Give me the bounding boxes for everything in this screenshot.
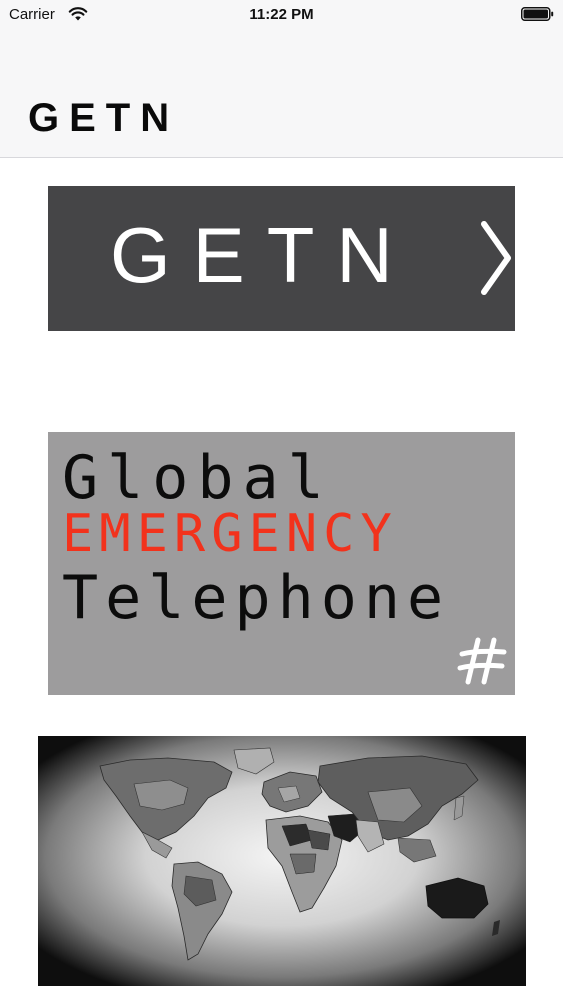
status-time: 11:22 PM — [249, 6, 314, 23]
getn-banner-title: GETN — [110, 211, 415, 299]
world-map-icon — [38, 736, 526, 986]
banner-line-global: Global — [62, 443, 333, 513]
banner-line-telephone: Telephone — [62, 563, 451, 633]
navigation-bar: GETN — [0, 30, 563, 158]
getn-banner-button[interactable]: GETN — [48, 186, 515, 331]
battery-icon — [521, 7, 554, 21]
chevron-right-icon — [481, 221, 511, 295]
status-bar: Carrier 11:22 PM — [0, 0, 563, 30]
banner-line-emergency: EMERGENCY — [62, 504, 398, 564]
world-map-banner[interactable] — [38, 736, 526, 986]
global-emergency-telephone-banner[interactable]: Global EMERGENCY Telephone — [48, 432, 515, 695]
hash-icon — [457, 637, 507, 685]
page-title: GETN — [28, 96, 180, 140]
